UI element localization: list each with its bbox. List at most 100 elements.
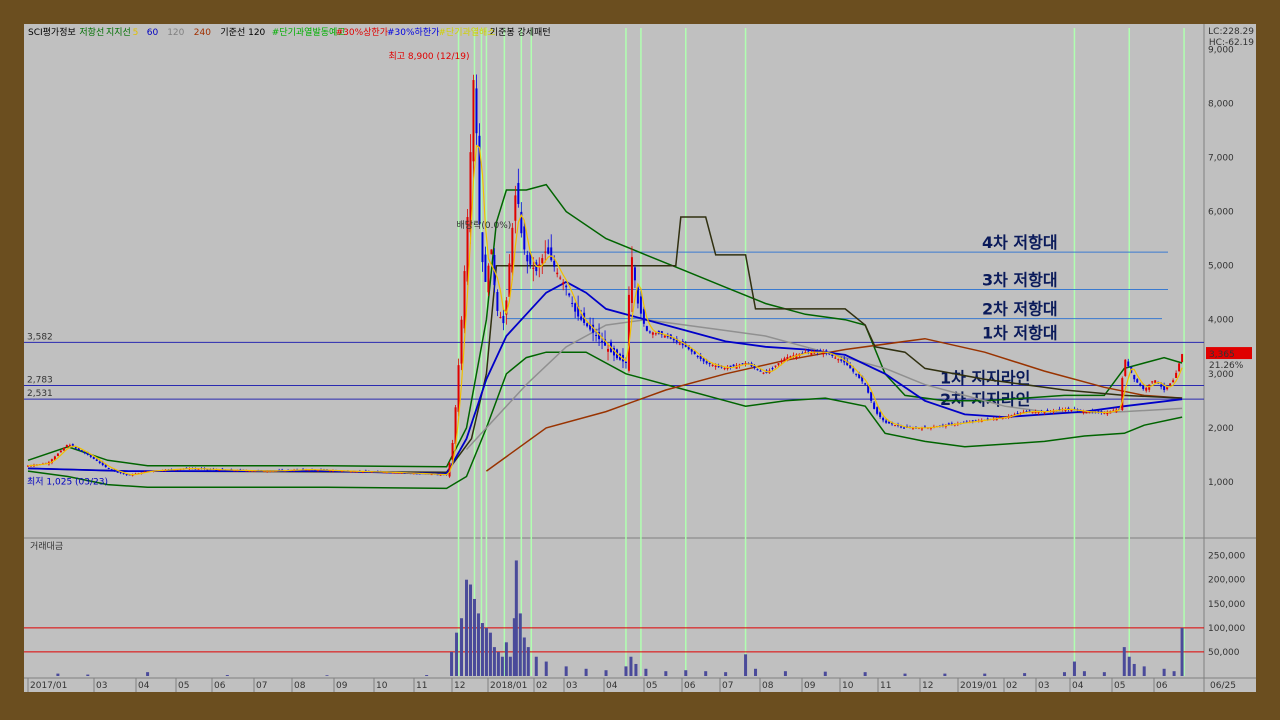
candle-body	[1154, 380, 1157, 383]
volume-bar	[604, 670, 608, 676]
candle-body	[1133, 374, 1136, 380]
volume-bar	[1162, 668, 1166, 676]
price-tick-label: 3,000	[1208, 370, 1234, 380]
candle-body	[762, 372, 765, 374]
candle-body	[651, 332, 654, 335]
candle-body	[550, 247, 553, 261]
volume-bar	[480, 623, 484, 676]
volume-bar	[704, 671, 708, 676]
candle-body	[855, 373, 858, 375]
volume-bar	[624, 666, 628, 676]
volume-bar	[1072, 661, 1076, 676]
candle-body	[559, 277, 562, 279]
volume-bar	[1102, 672, 1106, 676]
x-tick-label: 2018/01	[490, 681, 527, 691]
candle-body	[630, 257, 633, 304]
candle-body	[1181, 354, 1184, 362]
level-left-label: 2,531	[27, 389, 53, 399]
candle-body	[708, 362, 711, 365]
volume-bar	[225, 675, 229, 676]
candle-body	[496, 291, 499, 311]
price-tick-label: 6,000	[1208, 208, 1234, 218]
candle-body	[654, 333, 657, 335]
chart-background	[24, 24, 1256, 692]
candle-body	[627, 294, 630, 371]
candle-body	[870, 391, 873, 401]
price-tick-label: 2,000	[1208, 424, 1234, 434]
volume-bar	[1172, 671, 1176, 676]
candle-body	[711, 364, 714, 366]
x-tick-label: 08	[762, 681, 774, 691]
volume-bar	[634, 663, 638, 676]
price-tick-label: 4,000	[1208, 316, 1234, 326]
candle-body	[502, 315, 505, 324]
candle-body	[571, 302, 574, 304]
volume-bar	[146, 672, 150, 676]
volume-bar	[629, 656, 633, 676]
price-tick-label: 7,000	[1208, 154, 1234, 164]
candle-body	[553, 260, 556, 267]
x-tick-label: 08	[294, 681, 306, 691]
x-tick-label: 2019/01	[960, 681, 997, 691]
legend-item-6: 240	[194, 28, 211, 38]
candle-body	[876, 407, 879, 414]
volume-bar	[584, 668, 588, 676]
dividend-badge: 배당락(0.0%)	[457, 219, 512, 231]
candle-body	[831, 354, 834, 356]
level-name-label: 1차 저항대	[982, 323, 1058, 342]
candle-body	[894, 425, 897, 427]
candle-body	[475, 88, 478, 134]
candle-body	[840, 359, 843, 361]
candle-body	[98, 461, 101, 464]
volume-bar	[518, 613, 522, 676]
candle-body	[873, 402, 876, 409]
candle-body	[116, 471, 119, 473]
volume-bar	[534, 656, 538, 676]
stock-chart[interactable]: 1,000 2,000 3,000 4,000 5,000 6,000 7,000 8,000…	[24, 24, 1256, 692]
x-tick-label: 10	[842, 681, 854, 691]
volume-bar	[744, 654, 748, 676]
price-box-label: 3,365	[1209, 350, 1235, 360]
outer-frame: 1,000 2,000 3,000 4,000 5,000 6,000 7,000 8,000…	[0, 0, 1280, 720]
candle-body	[490, 249, 493, 255]
price-tick-label: 5,000	[1208, 262, 1234, 272]
candle-body	[595, 335, 598, 337]
candle-body	[517, 182, 520, 205]
candle-body	[903, 427, 906, 429]
x-tick-label: 02	[536, 681, 547, 691]
candle-body	[633, 267, 636, 281]
x-tick-label: 04	[1072, 681, 1084, 691]
volume-bar	[504, 642, 508, 676]
x-tick-label: 09	[804, 681, 816, 691]
volume-bar	[1023, 673, 1027, 676]
legend-item-5: 120	[167, 28, 184, 38]
volume-bar	[564, 666, 568, 676]
x-tick-label: 02	[1006, 681, 1017, 691]
candle-body	[499, 317, 502, 319]
candle-body	[885, 420, 888, 423]
candle-body	[756, 369, 759, 371]
candle-body	[777, 363, 780, 365]
candle-body	[1085, 411, 1088, 414]
legend-item-7: 기준선 120	[220, 27, 265, 38]
volume-bar	[472, 598, 476, 676]
candle-body	[463, 271, 466, 329]
candle-body	[947, 423, 950, 425]
candle-body	[696, 356, 699, 358]
legend-item-12: 기준봉 강세패턴	[490, 27, 551, 38]
candle-body	[1175, 372, 1178, 378]
x-tick-label: 04	[138, 681, 150, 691]
candle-body	[568, 293, 571, 296]
volume-bar	[943, 673, 947, 676]
volume-bar	[496, 651, 500, 676]
candle-body	[56, 453, 59, 456]
volume-tick-label: 100,000	[1208, 624, 1245, 634]
candle-body	[759, 370, 762, 372]
volume-bar	[644, 668, 648, 676]
x-tick-label: 06	[214, 681, 226, 691]
candle-body	[1136, 379, 1139, 383]
candle-body	[547, 247, 550, 254]
volume-bar	[488, 632, 492, 676]
volume-bar	[514, 560, 518, 676]
candle-body	[565, 285, 568, 288]
